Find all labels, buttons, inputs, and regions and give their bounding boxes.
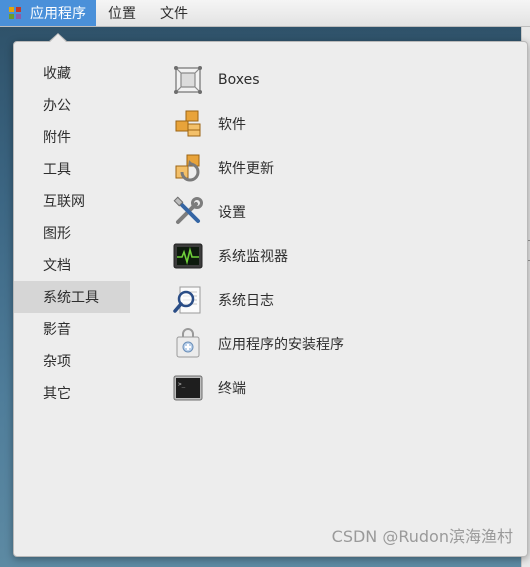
watermark: CSDN @Rudon滨海渔村 [331, 527, 513, 546]
app-software[interactable]: 软件 [172, 102, 512, 146]
system-monitor-icon [173, 243, 203, 269]
applications-logo-icon [9, 7, 21, 19]
category-label: 杂项 [43, 354, 71, 370]
settings-icon [173, 196, 203, 224]
app-software-update[interactable]: 软件更新 [172, 146, 512, 190]
app-installer-icon [176, 328, 200, 358]
category-graphics[interactable]: 图形 [14, 217, 130, 249]
category-label: 图形 [43, 226, 71, 242]
app-label: 设置 [218, 205, 246, 221]
app-boxes[interactable]: Boxes [172, 58, 512, 102]
category-sound-video[interactable]: 影音 [14, 313, 130, 345]
app-list: Boxes 软件 软件更新 设置 系统监视器 系统日志 应用程序的安装程序 >_… [172, 58, 512, 410]
app-label: Boxes [218, 72, 260, 88]
category-tools[interactable]: 工具 [14, 153, 130, 185]
category-label: 影音 [43, 322, 71, 338]
software-icon [175, 110, 201, 137]
applications-menu: 收藏 办公 附件 工具 互联网 图形 文档 系统工具 影音 杂项 其它 Boxe… [13, 33, 528, 557]
category-list: 收藏 办公 附件 工具 互联网 图形 文档 系统工具 影音 杂项 其它 [14, 57, 130, 409]
app-label: 终端 [218, 381, 246, 397]
app-label: 软件 [218, 117, 246, 133]
app-terminal[interactable]: >_ 终端 [172, 366, 512, 410]
category-documents[interactable]: 文档 [14, 249, 130, 281]
category-other[interactable]: 其它 [14, 377, 130, 409]
app-label: 系统日志 [218, 293, 274, 309]
app-label: 应用程序的安装程序 [218, 337, 344, 353]
menu-applications[interactable]: 应用程序 [0, 0, 96, 26]
app-system-log[interactable]: 系统日志 [172, 278, 512, 322]
menu-places[interactable]: 位置 [96, 0, 148, 26]
app-label: 系统监视器 [218, 249, 288, 265]
category-label: 文档 [43, 258, 71, 274]
menu-applications-label: 应用程序 [30, 6, 86, 22]
category-label: 办公 [43, 98, 71, 114]
category-label: 系统工具 [43, 290, 99, 306]
system-log-icon [173, 286, 201, 314]
menu-files[interactable]: 文件 [148, 0, 200, 26]
boxes-icon [174, 66, 202, 94]
category-label: 附件 [43, 130, 71, 146]
category-sundry[interactable]: 杂项 [14, 345, 130, 377]
category-label: 工具 [43, 162, 71, 178]
category-label: 互联网 [43, 194, 85, 210]
category-office[interactable]: 办公 [14, 89, 130, 121]
top-panel: 应用程序 位置 文件 [0, 0, 530, 27]
svg-text:>_: >_ [178, 381, 186, 388]
popover-pointer [48, 33, 68, 43]
category-label: 收藏 [43, 66, 71, 82]
app-system-monitor[interactable]: 系统监视器 [172, 234, 512, 278]
category-internet[interactable]: 互联网 [14, 185, 130, 217]
category-system-tools[interactable]: 系统工具 [14, 281, 130, 313]
category-label: 其它 [43, 386, 71, 402]
category-accessories[interactable]: 附件 [14, 121, 130, 153]
menu-places-label: 位置 [108, 6, 136, 22]
app-label: 软件更新 [218, 161, 274, 177]
terminal-icon: >_ [173, 375, 203, 401]
app-installer[interactable]: 应用程序的安装程序 [172, 322, 512, 366]
software-update-icon [175, 154, 200, 182]
menu-files-label: 文件 [160, 6, 188, 22]
app-settings[interactable]: 设置 [172, 190, 512, 234]
category-favorites[interactable]: 收藏 [14, 57, 130, 89]
